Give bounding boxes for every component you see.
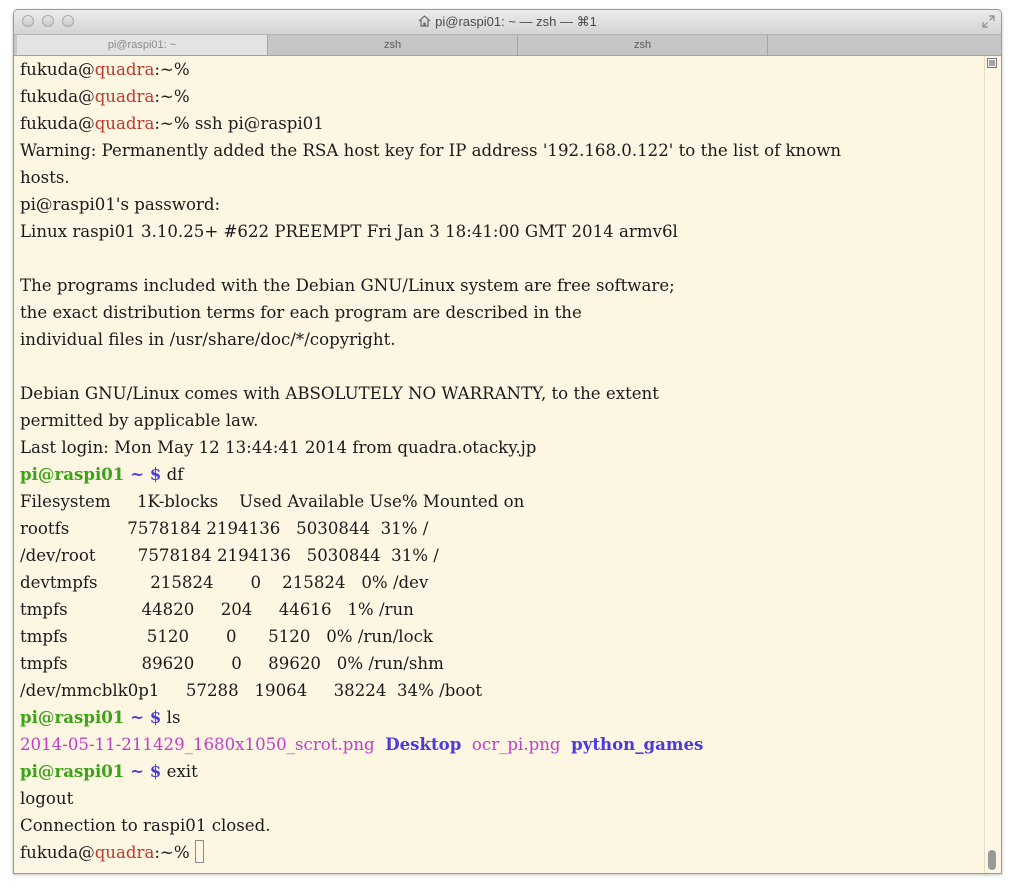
df-header: Filesystem 1K-blocks Used Available Use%… <box>20 492 525 511</box>
exit-command-line: pi@raspi01 ~ $ exit <box>20 761 198 781</box>
title-bar[interactable]: pi@raspi01: ~ — zsh — ⌘1 <box>14 10 1001 35</box>
ls-dir: Desktop <box>385 734 462 754</box>
output-line: hosts. <box>20 168 70 187</box>
output-line: individual files in /usr/share/doc/*/cop… <box>20 330 396 349</box>
ls-output-line: 2014-05-11-211429_1680x1050_scrot.png De… <box>20 731 703 758</box>
current-prompt-line: fukuda@quadra:~% <box>20 839 204 866</box>
fullscreen-icon[interactable] <box>982 15 995 28</box>
ssh-command-line: fukuda@quadra:~% ssh pi@raspi01 <box>20 114 324 133</box>
local-prompt-line: fukuda@quadra:~% <box>20 87 190 106</box>
terminal-window: pi@raspi01: ~ — zsh — ⌘1 pi@raspi01: ~ z… <box>13 9 1002 874</box>
df-row: tmpfs 5120 0 5120 0% /run/lock <box>20 627 433 646</box>
ls-command-line: pi@raspi01 ~ $ ls <box>20 707 181 727</box>
output-line: Last login: Mon May 12 13:44:41 2014 fro… <box>20 438 537 457</box>
scrollbar-thumb[interactable] <box>988 850 996 870</box>
output-line: the exact distribution terms for each pr… <box>20 303 582 322</box>
vertical-scrollbar[interactable] <box>984 56 1001 873</box>
window-title-text: pi@raspi01: ~ — zsh — ⌘1 <box>435 14 597 29</box>
output-line: The programs included with the Debian GN… <box>20 276 675 295</box>
tab-pi-raspi01[interactable]: pi@raspi01: ~ <box>17 35 268 55</box>
tab-zsh-2[interactable]: zsh <box>518 35 768 55</box>
output-line: permitted by applicable law. <box>20 411 259 430</box>
df-row: /dev/root 7578184 2194136 5030844 31% / <box>20 546 439 565</box>
output-line: Debian GNU/Linux comes with ABSOLUTELY N… <box>20 384 659 403</box>
terminal-menu-icon[interactable] <box>987 58 997 68</box>
df-row: /dev/mmcblk0p1 57288 19064 38224 34% /bo… <box>20 681 482 700</box>
window-title: pi@raspi01: ~ — zsh — ⌘1 <box>14 10 1001 34</box>
output-line: Connection to raspi01 closed. <box>20 816 271 835</box>
output-line: pi@raspi01's password: <box>20 195 221 214</box>
tab-bar: pi@raspi01: ~ zsh zsh <box>14 35 1001 56</box>
ls-dir: python_games <box>571 734 704 754</box>
df-command-line: pi@raspi01 ~ $ df <box>20 464 184 484</box>
ls-file: ocr_pi.png <box>471 735 561 754</box>
df-row: tmpfs 89620 0 89620 0% /run/shm <box>20 654 444 673</box>
home-icon <box>418 15 431 27</box>
ls-file: 2014-05-11-211429_1680x1050_scrot.png <box>20 735 375 754</box>
local-prompt-line: fukuda@quadra:~% <box>20 60 190 79</box>
output-line: Linux raspi01 3.10.25+ #622 PREEMPT Fri … <box>20 222 678 241</box>
output-line: logout <box>20 789 74 808</box>
output-line: Warning: Permanently added the RSA host … <box>20 141 842 160</box>
terminal-output[interactable]: fukuda@quadra:~% fukuda@quadra:~% fukuda… <box>14 56 984 873</box>
text-cursor <box>194 840 204 863</box>
df-row: devtmpfs 215824 0 215824 0% /dev <box>20 573 429 592</box>
df-row: rootfs 7578184 2194136 5030844 31% / <box>20 519 429 538</box>
df-row: tmpfs 44820 204 44616 1% /run <box>20 600 414 619</box>
tab-zsh-1[interactable]: zsh <box>268 35 518 55</box>
